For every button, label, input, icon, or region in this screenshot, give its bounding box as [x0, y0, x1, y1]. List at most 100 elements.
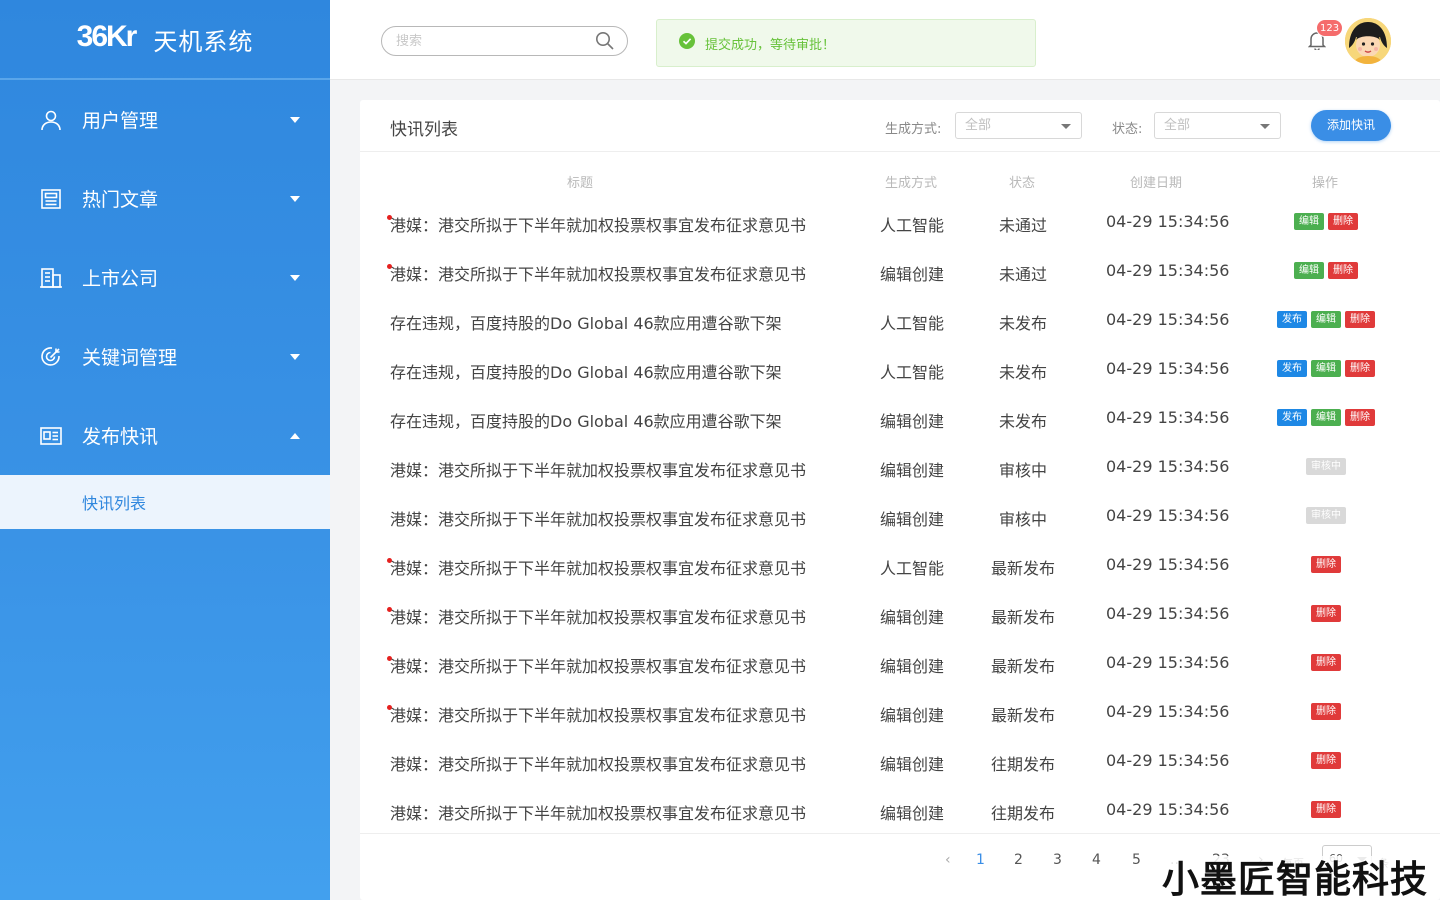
- cell-title[interactable]: 港媒：港交所拟于下半年就加权投票权事宜发布征求意见书: [390, 702, 806, 726]
- cell-gen: 编辑创建: [880, 412, 945, 431]
- check-circle-icon: [679, 33, 695, 53]
- delete-button[interactable]: 删除: [1328, 262, 1358, 279]
- add-news-button[interactable]: 添加快讯: [1311, 110, 1391, 141]
- cell-gen: 人工智能: [880, 314, 945, 333]
- reviewing-button[interactable]: 审核中: [1306, 458, 1346, 475]
- page-number[interactable]: 4: [1092, 852, 1101, 868]
- chevron-down-icon: [1061, 124, 1071, 129]
- cell-title[interactable]: 港媒：港交所拟于下半年就加权投票权事宜发布征求意见书: [390, 457, 806, 481]
- cell-status: 未通过: [998, 216, 1047, 235]
- page-number[interactable]: 5: [1132, 852, 1141, 868]
- cell-date: 04-29 15:34:56: [1106, 408, 1230, 427]
- publish-button[interactable]: 发布: [1277, 409, 1307, 426]
- row-actions: 删除: [1240, 752, 1412, 769]
- cell-title[interactable]: 港媒：港交所拟于下半年就加权投票权事宜发布征求意见书: [390, 604, 806, 628]
- table-row: 港媒：港交所拟于下半年就加权投票权事宜发布征求意见书 人工智能 未通过 04-29 1…: [360, 199, 1440, 248]
- cell-title[interactable]: 港媒：港交所拟于下半年就加权投票权事宜发布征求意见书: [390, 555, 806, 579]
- avatar[interactable]: [1345, 18, 1391, 64]
- delete-button[interactable]: 删除: [1311, 654, 1341, 671]
- page-number[interactable]: 3: [1053, 852, 1062, 868]
- delete-button[interactable]: 删除: [1328, 213, 1358, 230]
- article-icon: [38, 186, 64, 212]
- delete-button[interactable]: 删除: [1311, 752, 1341, 769]
- search-input[interactable]: [396, 27, 596, 55]
- sidebar-item-news[interactable]: 发布快讯: [0, 396, 330, 475]
- delete-button[interactable]: 删除: [1311, 605, 1341, 622]
- publish-button[interactable]: 发布: [1277, 360, 1307, 377]
- page-number[interactable]: 1: [976, 852, 985, 868]
- table-row: 港媒：港交所拟于下半年就加权投票权事宜发布征求意见书 编辑创建 最新发布 04-29 …: [360, 689, 1440, 738]
- chevron-down-icon: [1260, 124, 1270, 129]
- cell-date: 04-29 15:34:56: [1106, 261, 1230, 280]
- delete-button[interactable]: 删除: [1345, 409, 1375, 426]
- row-actions: 审核中: [1240, 458, 1412, 475]
- filter-status-select[interactable]: 全部: [1154, 112, 1281, 139]
- prev-page-icon[interactable]: ‹: [945, 852, 951, 868]
- row-actions: 审核中: [1240, 507, 1412, 524]
- search-box[interactable]: [381, 26, 628, 56]
- edit-button[interactable]: 编辑: [1311, 360, 1341, 377]
- sidebar-item-label: 热门文章: [82, 189, 159, 211]
- sidebar-item-companies[interactable]: 上市公司: [0, 238, 330, 317]
- cell-status: 往期发布: [991, 804, 1056, 823]
- cell-gen: 编辑创建: [880, 461, 945, 480]
- building-icon: [38, 265, 64, 291]
- edit-button[interactable]: 编辑: [1294, 213, 1324, 230]
- cell-date: 04-29 15:34:56: [1106, 310, 1230, 329]
- filter-gen-label: 生成方式:: [885, 122, 942, 137]
- edit-button[interactable]: 编辑: [1311, 409, 1341, 426]
- cell-title[interactable]: 存在违规，百度持股的Do Global 46款应用遭谷歌下架: [390, 359, 782, 383]
- table-row: 存在违规，百度持股的Do Global 46款应用遭谷歌下架 人工智能 未发布 04-…: [360, 346, 1440, 395]
- cell-title[interactable]: 存在违规，百度持股的Do Global 46款应用遭谷歌下架: [390, 310, 782, 334]
- table-row: 港媒：港交所拟于下半年就加权投票权事宜发布征求意见书 编辑创建 往期发布 04-29 …: [360, 787, 1440, 836]
- search-icon[interactable]: [595, 31, 615, 55]
- cell-date: 04-29 15:34:56: [1106, 800, 1230, 819]
- cell-date: 04-29 15:34:56: [1106, 212, 1230, 231]
- edit-button[interactable]: 编辑: [1311, 311, 1341, 328]
- brand[interactable]: 36Kr 天机系统: [0, 0, 330, 80]
- cell-gen: 人工智能: [880, 216, 945, 235]
- page-number[interactable]: 2: [1014, 852, 1023, 868]
- delete-button[interactable]: 删除: [1311, 703, 1341, 720]
- cell-title[interactable]: 存在违规，百度持股的Do Global 46款应用遭谷歌下架: [390, 408, 782, 432]
- sidebar-item-keywords[interactable]: 关键词管理: [0, 317, 330, 396]
- edit-button[interactable]: 编辑: [1294, 262, 1324, 279]
- cell-gen: 编辑创建: [880, 608, 945, 627]
- delete-button[interactable]: 删除: [1311, 801, 1341, 818]
- row-actions: 编辑 删除: [1240, 213, 1412, 230]
- cell-status: 未发布: [998, 412, 1047, 431]
- cell-title[interactable]: 港媒：港交所拟于下半年就加权投票权事宜发布征求意见书: [390, 261, 806, 285]
- filter-status-value: 全部: [1164, 118, 1191, 133]
- cell-title[interactable]: 港媒：港交所拟于下半年就加权投票权事宜发布征求意见书: [390, 800, 806, 824]
- delete-button[interactable]: 删除: [1311, 556, 1341, 573]
- cell-title[interactable]: 港媒：港交所拟于下半年就加权投票权事宜发布征求意见书: [390, 506, 806, 530]
- cell-gen: 编辑创建: [880, 510, 945, 529]
- cell-status: 未发布: [998, 314, 1047, 333]
- cell-status: 未通过: [998, 265, 1047, 284]
- table-row: 存在违规，百度持股的Do Global 46款应用遭谷歌下架 编辑创建 未发布 04-…: [360, 395, 1440, 444]
- sidebar-subitem-news-list[interactable]: 快讯列表: [0, 475, 330, 529]
- sidebar-item-articles[interactable]: 热门文章: [0, 159, 330, 238]
- cell-date: 04-29 15:34:56: [1106, 751, 1230, 770]
- row-actions: 删除: [1240, 703, 1412, 720]
- cell-gen: 人工智能: [880, 363, 945, 382]
- cell-status: 往期发布: [991, 755, 1056, 774]
- cell-date: 04-29 15:34:56: [1106, 506, 1230, 525]
- filter-gen-select[interactable]: 全部: [955, 112, 1082, 139]
- publish-button[interactable]: 发布: [1277, 311, 1307, 328]
- success-toast: 提交成功，等待审批！: [656, 19, 1036, 67]
- delete-button[interactable]: 删除: [1345, 311, 1375, 328]
- cell-date: 04-29 15:34:56: [1106, 604, 1230, 623]
- reviewing-button[interactable]: 审核中: [1306, 507, 1346, 524]
- delete-button[interactable]: 删除: [1345, 360, 1375, 377]
- sidebar-item-users[interactable]: 用户管理: [0, 80, 330, 159]
- cell-date: 04-29 15:34:56: [1106, 653, 1230, 672]
- table-row: 港媒：港交所拟于下半年就加权投票权事宜发布征求意见书 编辑创建 未通过 04-29 1…: [360, 248, 1440, 297]
- cell-title[interactable]: 港媒：港交所拟于下半年就加权投票权事宜发布征求意见书: [390, 653, 806, 677]
- column-header-title: 标题: [567, 176, 594, 191]
- user-icon: [38, 107, 64, 133]
- table-header: 标题 生成方式 状态 创建日期 操作: [360, 172, 1440, 192]
- cell-status: 审核中: [998, 461, 1047, 480]
- cell-title[interactable]: 港媒：港交所拟于下半年就加权投票权事宜发布征求意见书: [390, 751, 806, 775]
- cell-title[interactable]: 港媒：港交所拟于下半年就加权投票权事宜发布征求意见书: [390, 212, 806, 236]
